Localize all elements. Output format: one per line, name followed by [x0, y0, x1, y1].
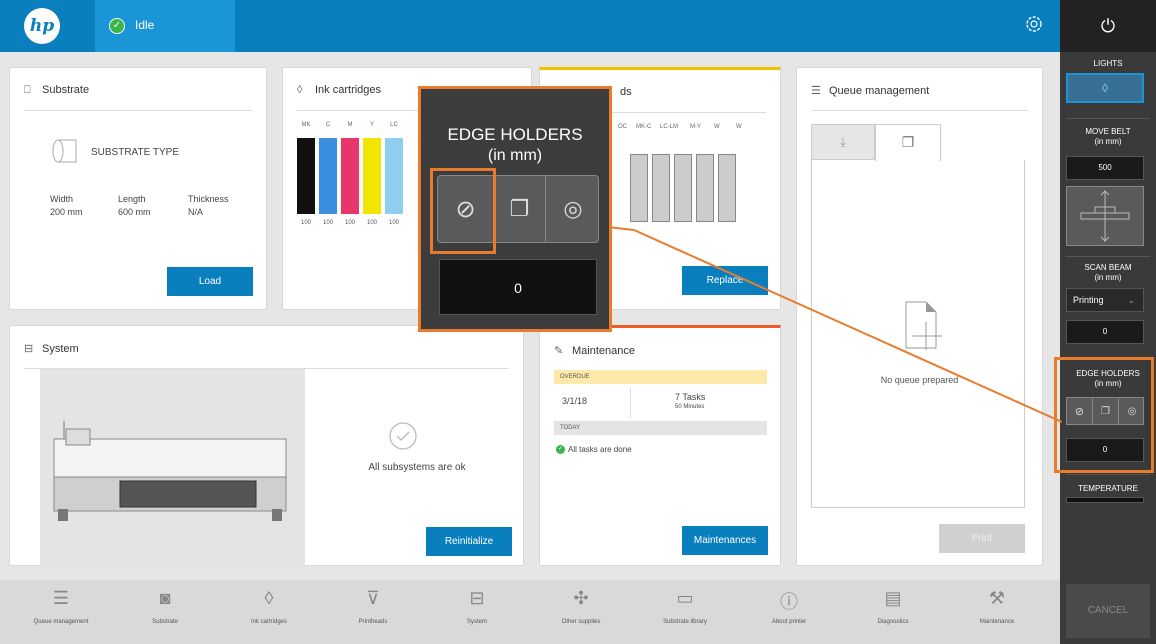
highlight-box-panel — [1054, 357, 1154, 473]
zoom-value[interactable]: 0 — [439, 259, 597, 315]
highlight-box-zoom — [430, 168, 496, 254]
printer-ui: hp ✓ Idle ⎕ Substrate SUBSTRATE TYPE Widt… — [0, 0, 1156, 644]
zoom-title: EDGE HOLDERS — [447, 125, 583, 144]
zoom-roll-icon[interactable]: ◎ — [546, 176, 600, 242]
zoom-subtitle: (in mm) — [487, 147, 543, 164]
zoom-pages-icon[interactable]: ❐ — [494, 176, 546, 242]
